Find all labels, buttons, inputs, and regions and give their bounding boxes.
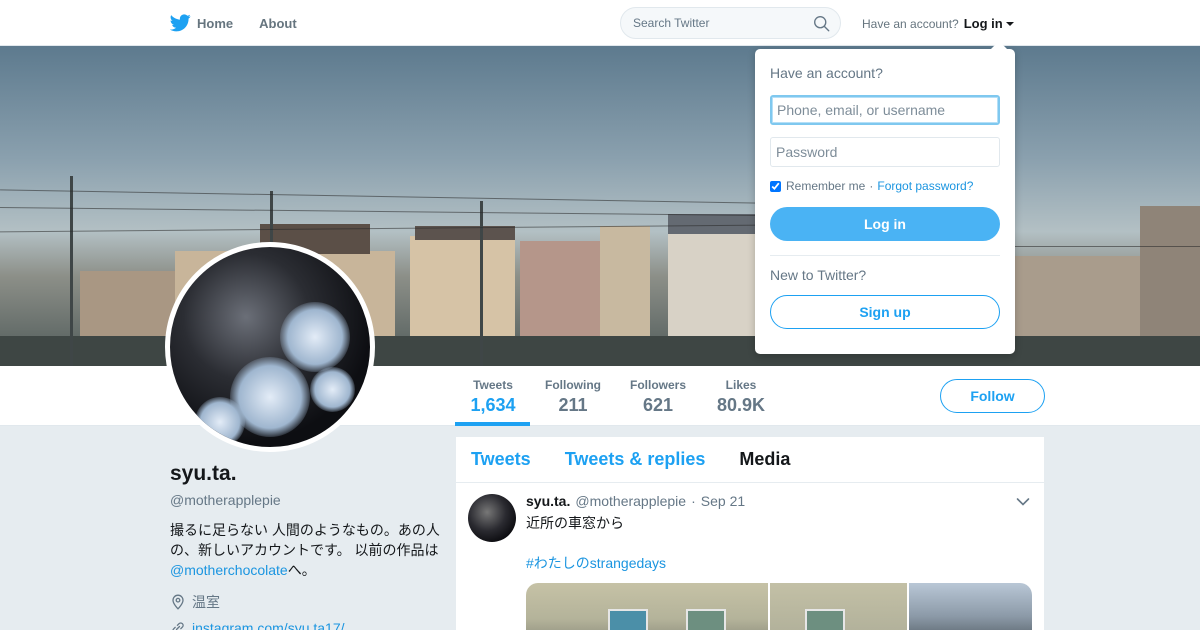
caret-down-icon <box>1005 21 1014 26</box>
profile-bio: 撮るに足らない 人間のようなもの。あの人の、新しいアカウントです。 以前の作品は… <box>170 520 440 580</box>
tweet-hashtag[interactable]: #わたしのstrangedays <box>526 553 1032 573</box>
remember-row: Remember me · Forgot password? <box>770 179 1000 193</box>
timeline-tabs: Tweets Tweets & replies Media <box>456 437 1044 483</box>
stat-followers[interactable]: Followers 621 <box>629 378 687 416</box>
tab-media[interactable]: Media <box>739 449 790 470</box>
avatar-flower <box>310 367 355 412</box>
profile-location: 温室 <box>170 592 440 612</box>
top-navigation-bar: Home About Have an account? Log in <box>0 0 1200 46</box>
forgot-password-link[interactable]: Forgot password? <box>877 179 973 193</box>
website-text: instagram.com/syu.ta17/ <box>192 620 345 630</box>
profile-card: syu.ta. @motherapplepie 撮るに足らない 人間のようなもの… <box>170 462 440 630</box>
tweet-media[interactable] <box>526 583 1032 630</box>
stat-tweets[interactable]: Tweets 1,634 <box>470 378 516 416</box>
tab-tweets-replies[interactable]: Tweets & replies <box>565 449 706 470</box>
stat-tweets-value: 1,634 <box>470 395 516 415</box>
remember-me-checkbox[interactable] <box>770 180 781 192</box>
photo-window <box>805 609 845 630</box>
username-input[interactable] <box>770 95 1000 125</box>
banner-wire <box>1015 246 1200 247</box>
login-link-label: Log in <box>963 16 1003 31</box>
tweet-header: syu.ta. @motherapplepie · Sep 21 <box>526 493 1032 509</box>
tweet-photo[interactable] <box>909 583 1032 630</box>
search-box <box>620 7 841 39</box>
new-to-twitter-text: New to Twitter? <box>770 267 867 283</box>
nav-left: Home About <box>170 0 323 46</box>
profile-name[interactable]: syu.ta. <box>170 462 440 486</box>
bio-suffix: へ。 <box>287 562 316 578</box>
profile-website[interactable]: instagram.com/syu.ta17/ <box>170 620 440 630</box>
nav-home-label: Home <box>197 15 234 31</box>
bio-mention-link[interactable]: @motherchocolate <box>170 562 288 578</box>
stat-tweets-label: Tweets <box>473 378 513 392</box>
search-icon[interactable] <box>813 15 830 32</box>
login-dropdown: Have an account? Remember me · Forgot pa… <box>755 41 1015 354</box>
avatar-flower <box>195 397 245 447</box>
chevron-down-icon[interactable] <box>1016 497 1030 507</box>
tweet-text: 近所の車窓から <box>526 515 624 531</box>
stat-following[interactable]: Following 211 <box>545 378 601 416</box>
tweet-photo[interactable] <box>770 583 907 630</box>
tweet-author-handle[interactable]: @motherapplepie <box>575 493 686 509</box>
tweet-body: syu.ta. @motherapplepie · Sep 21 近所の車窓から… <box>526 493 1032 630</box>
tweet-author-name[interactable]: syu.ta. <box>526 493 570 509</box>
stat-followers-label: Followers <box>629 378 686 392</box>
signup-button[interactable]: Sign up <box>770 295 1000 329</box>
stat-likes-value: 80.9K <box>716 395 766 415</box>
profile-avatar[interactable] <box>165 242 375 452</box>
nav-home[interactable]: Home <box>170 14 233 32</box>
stat-following-value: 211 <box>558 395 588 415</box>
remember-me-label[interactable]: Remember me <box>786 179 865 193</box>
tweet[interactable]: syu.ta. @motherapplepie · Sep 21 近所の車窓から… <box>456 483 1044 630</box>
bio-text: 撮るに足らない 人間のようなもの。あの人の、新しいアカウントです。 以前の作品は <box>170 522 440 558</box>
remember-separator: · <box>869 179 874 193</box>
banner-pole <box>480 201 483 366</box>
banner-wire <box>0 207 760 216</box>
banner-wire <box>0 189 760 204</box>
link-icon <box>172 622 184 630</box>
location-text: 温室 <box>192 594 220 610</box>
tweet-timestamp[interactable]: Sep 21 <box>701 493 745 509</box>
tab-tweets[interactable]: Tweets <box>471 449 531 470</box>
tweet-separator: · <box>691 493 696 509</box>
login-dropdown-toggle[interactable]: Log in <box>964 16 1014 31</box>
login-button[interactable]: Log in <box>770 207 1000 241</box>
dropdown-divider <box>770 255 1000 256</box>
password-input[interactable] <box>770 137 1000 167</box>
profile-handle[interactable]: @motherapplepie <box>170 492 440 508</box>
avatar-flower <box>280 302 350 372</box>
stat-likes-label: Likes <box>725 378 757 392</box>
have-account-area: Have an account? Log in <box>862 16 1014 31</box>
stat-followers-value: 621 <box>642 395 674 415</box>
active-stat-underline <box>455 422 530 426</box>
photo-window <box>686 609 726 630</box>
nav-about-label: About <box>259 15 297 31</box>
timeline: Tweets Tweets & replies Media syu.ta. @m… <box>456 437 1044 630</box>
have-account-text: Have an account? <box>862 16 959 31</box>
stat-likes[interactable]: Likes 80.9K <box>715 378 767 416</box>
twitter-bird-icon <box>170 14 191 32</box>
location-pin-icon <box>172 594 184 610</box>
tweet-avatar[interactable] <box>468 494 516 542</box>
follow-button[interactable]: Follow <box>940 379 1045 413</box>
photo-window <box>608 609 648 630</box>
login-dropdown-title: Have an account? <box>770 65 883 81</box>
stat-following-label: Following <box>545 378 601 392</box>
banner-pole <box>70 176 73 366</box>
tweet-photo[interactable] <box>526 583 768 630</box>
nav-about[interactable]: About <box>259 16 297 31</box>
search-input[interactable] <box>621 8 801 38</box>
